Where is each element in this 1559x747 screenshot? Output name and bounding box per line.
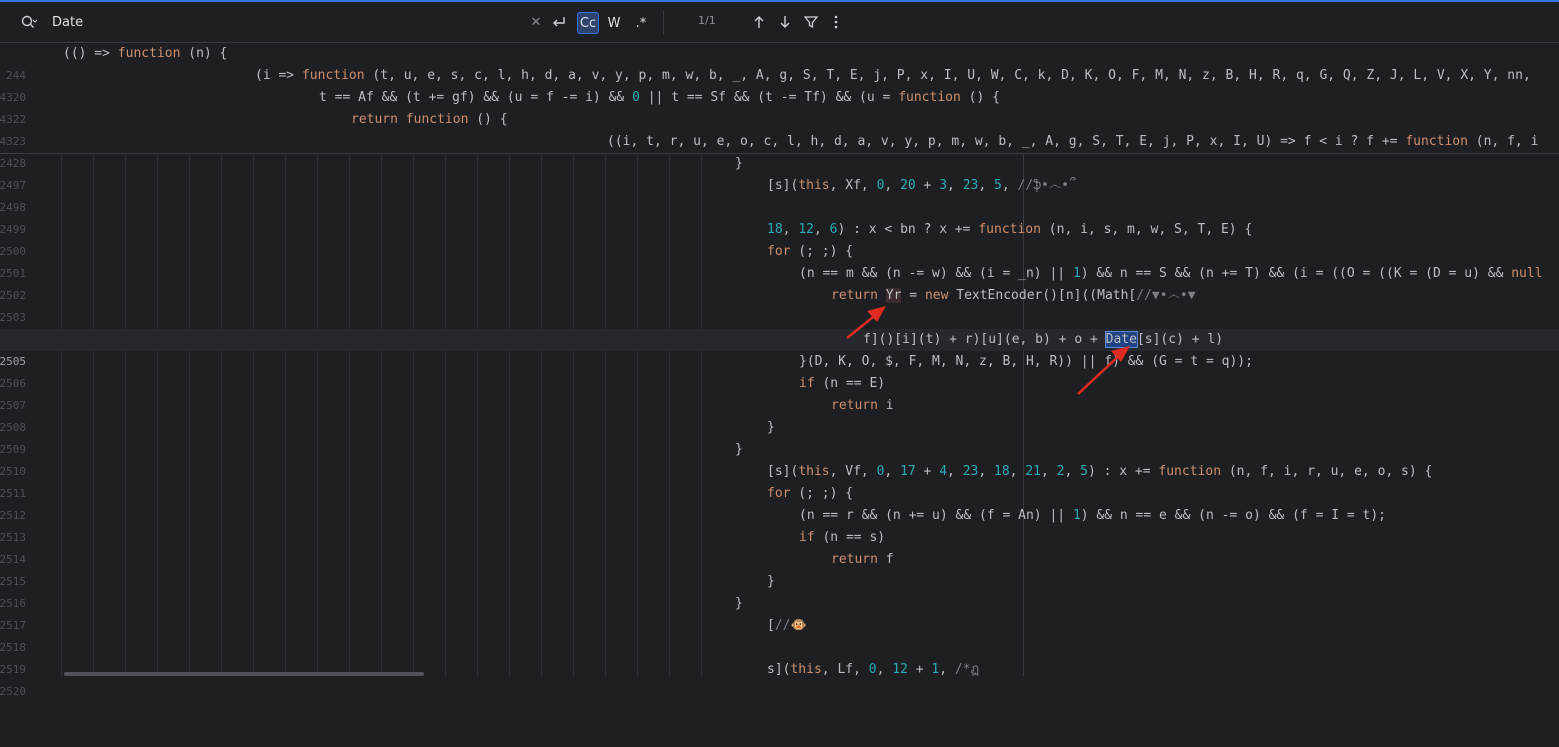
newline-icon[interactable] xyxy=(549,2,569,42)
match-case-button[interactable]: Cc xyxy=(577,12,599,34)
regex-button[interactable]: .* xyxy=(630,12,652,34)
search-icon[interactable] xyxy=(18,2,40,42)
search-input[interactable] xyxy=(52,12,522,32)
arrow-up-icon[interactable] xyxy=(750,2,768,42)
filter-icon[interactable] xyxy=(802,2,820,42)
whole-words-button[interactable]: W xyxy=(603,12,625,34)
match-count: 1/1 xyxy=(698,14,716,27)
annotation-arrows xyxy=(846,306,1130,395)
line-number: 2520 xyxy=(0,685,26,698)
arrow-down-icon[interactable] xyxy=(776,2,794,42)
more-icon[interactable] xyxy=(828,2,844,42)
annotation-arrow-icon xyxy=(846,306,886,339)
annotation-arrow-icon xyxy=(1077,346,1130,395)
code-editor[interactable]: 244 (() => function (n) { 4320 (i => fun… xyxy=(0,43,1559,698)
separator xyxy=(663,11,664,35)
find-bar: ✕ Cc W .* 1/1 xyxy=(0,2,1559,43)
clear-icon[interactable]: ✕ xyxy=(528,2,544,42)
